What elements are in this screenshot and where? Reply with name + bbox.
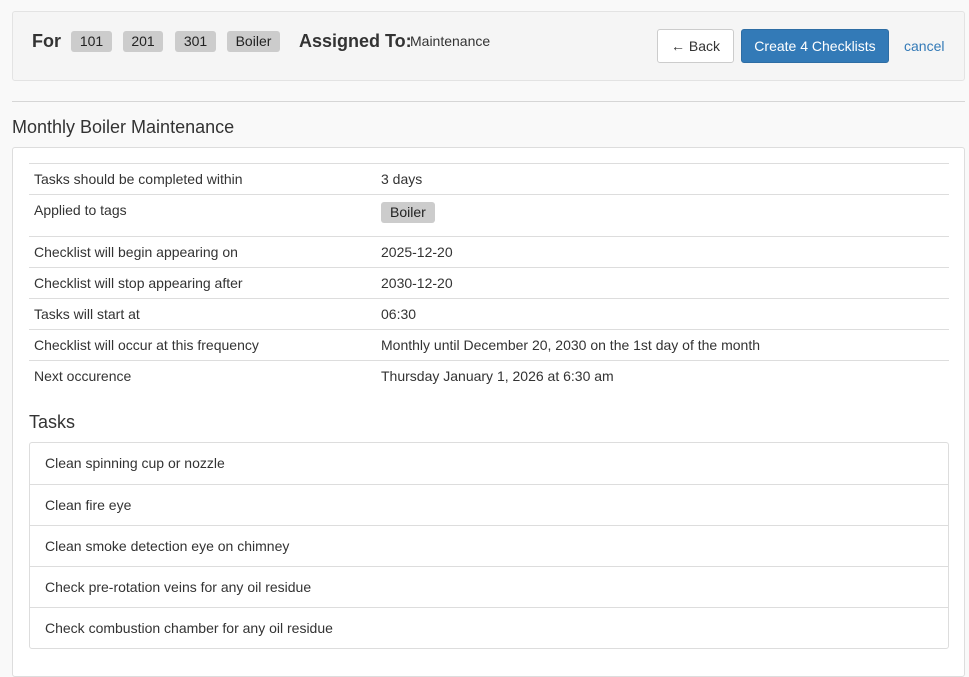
detail-value: 3 days bbox=[376, 163, 949, 195]
detail-row: Next occurence Thursday January 1, 2026 … bbox=[29, 360, 949, 392]
detail-label: Checklist will stop appearing after bbox=[29, 267, 376, 299]
cancel-link[interactable]: cancel bbox=[904, 38, 944, 54]
assigned-to-label: Assigned To: bbox=[299, 31, 412, 51]
details-table: Tasks should be completed within 3 days … bbox=[29, 163, 949, 392]
applied-tag-boiler: Boiler bbox=[381, 202, 435, 223]
back-button[interactable]: ← Back bbox=[657, 29, 734, 63]
detail-row: Tasks will start at 06:30 bbox=[29, 298, 949, 330]
detail-label: Tasks will start at bbox=[29, 298, 376, 330]
task-item: Clean spinning cup or nozzle bbox=[45, 455, 225, 471]
detail-row: Checklist will stop appearing after 2030… bbox=[29, 267, 949, 299]
detail-value: Thursday January 1, 2026 at 6:30 am bbox=[376, 360, 949, 392]
assigned-to-value: Maintenance bbox=[410, 33, 491, 49]
detail-value: 2025-12-20 bbox=[376, 236, 949, 268]
create-checklists-button[interactable]: Create 4 Checklists bbox=[741, 29, 889, 63]
unit-tag-201: 201 bbox=[123, 31, 163, 52]
detail-value: Monthly until December 20, 2030 on the 1… bbox=[376, 329, 949, 361]
detail-label: Tasks should be completed within bbox=[29, 163, 376, 195]
detail-value: Boiler bbox=[376, 194, 949, 237]
task-item: Check combustion chamber for any oil res… bbox=[30, 607, 948, 648]
checklist-title: Monthly Boiler Maintenance bbox=[12, 117, 235, 137]
unit-tag-301: 301 bbox=[175, 31, 216, 52]
for-label: For bbox=[32, 31, 61, 51]
detail-label: Next occurence bbox=[29, 360, 376, 392]
checklist-card: Tasks should be completed within 3 days … bbox=[12, 147, 965, 677]
detail-row: Checklist will occur at this frequency M… bbox=[29, 329, 949, 361]
task-item: Check pre-rotation veins for any oil res… bbox=[30, 566, 948, 607]
detail-row: Applied to tags Boiler bbox=[29, 194, 949, 237]
unit-tag-101: 101 bbox=[71, 31, 112, 52]
task-item: Clean fire eye bbox=[30, 484, 948, 525]
detail-row: Checklist will begin appearing on 2025-1… bbox=[29, 236, 949, 268]
detail-label: Checklist will begin appearing on bbox=[29, 236, 376, 268]
detail-value: 06:30 bbox=[376, 298, 949, 330]
tasks-heading: Tasks bbox=[29, 412, 76, 432]
equipment-tag-boiler: Boiler bbox=[227, 31, 280, 52]
task-list: Clean spinning cup or nozzle Clean fire … bbox=[29, 442, 949, 649]
detail-label: Applied to tags bbox=[29, 194, 376, 237]
task-item: Clean smoke detection eye on chimney bbox=[30, 525, 948, 566]
divider bbox=[12, 101, 965, 102]
detail-value: 2030-12-20 bbox=[376, 267, 949, 299]
detail-row: Tasks should be completed within 3 days bbox=[29, 163, 949, 195]
detail-label: Checklist will occur at this frequency bbox=[29, 329, 376, 361]
header-panel: For 101 201 301 Boiler Assigned To: Main… bbox=[12, 11, 965, 81]
